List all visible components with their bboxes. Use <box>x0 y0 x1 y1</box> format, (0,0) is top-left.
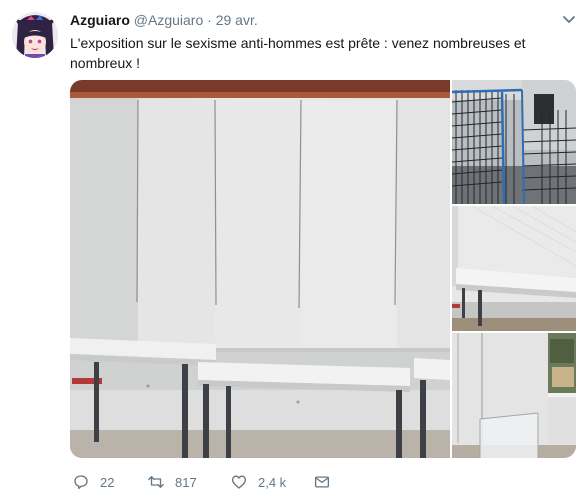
photo-grid-panels[interactable] <box>452 80 576 204</box>
tweet-text: L'exposition sur le sexisme anti-hommes … <box>70 35 526 71</box>
retweet-button[interactable]: 817 <box>147 472 197 492</box>
tweet-header: Azguiaro @Azguiaro · 29 avr. <box>70 11 258 29</box>
reply-count: 22 <box>100 474 115 490</box>
photo-corner-vitrine[interactable] <box>452 333 576 458</box>
tweet-actions: 22 817 2,4 k <box>70 472 370 492</box>
avatar[interactable] <box>12 12 58 58</box>
like-button[interactable]: 2,4 k <box>230 472 286 492</box>
tweet-date[interactable]: 29 avr. <box>216 12 258 28</box>
retweet-count: 817 <box>175 474 197 490</box>
user-handle[interactable]: @Azguiaro <box>134 12 203 28</box>
direct-message-button[interactable] <box>313 472 341 492</box>
photo-main[interactable] <box>70 80 450 458</box>
heart-icon <box>231 475 247 489</box>
display-name[interactable]: Azguiaro <box>70 12 130 28</box>
retweet-icon <box>148 476 164 488</box>
media-grid <box>70 80 576 458</box>
photo-panel-table[interactable] <box>452 206 576 331</box>
like-count: 2,4 k <box>258 474 287 490</box>
chevron-down-icon[interactable] <box>562 12 576 26</box>
tweet[interactable]: Azguiaro @Azguiaro · 29 avr. L'expositio… <box>0 0 588 499</box>
reply-icon <box>74 475 88 490</box>
separator-dot: · <box>207 12 212 28</box>
reply-button[interactable]: 22 <box>72 472 114 492</box>
envelope-icon <box>314 476 330 488</box>
